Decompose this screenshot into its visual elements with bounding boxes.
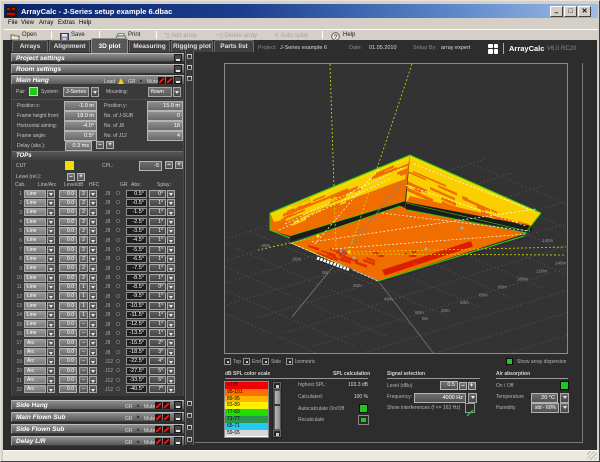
svg-text:140m: 140m	[555, 261, 567, 266]
svg-text:40m: 40m	[460, 300, 469, 305]
svg-text:60m: 60m	[415, 310, 424, 315]
svg-text:20m: 20m	[353, 283, 362, 288]
svg-text:0m: 0m	[422, 316, 429, 321]
svg-text:140m: 140m	[542, 238, 554, 243]
svg-text:60m: 60m	[479, 292, 488, 297]
svg-text:120m: 120m	[536, 269, 548, 274]
svg-text:-20m: -20m	[291, 256, 302, 261]
svg-text:80m: 80m	[498, 284, 507, 289]
svg-text:-40m: -40m	[260, 243, 271, 248]
svg-text:20m: 20m	[441, 308, 450, 313]
svg-text:40m: 40m	[384, 297, 393, 302]
svg-text:0m: 0m	[322, 270, 329, 275]
svg-text:100m: 100m	[517, 277, 529, 282]
